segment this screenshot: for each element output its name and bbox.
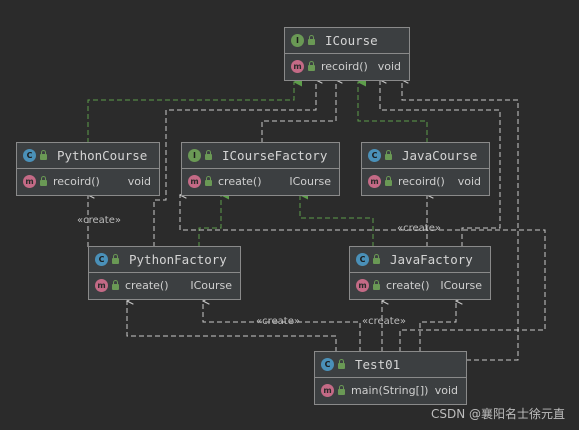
public-lock-icon	[205, 175, 212, 186]
watermark: CSDN @襄阳名士徐元直	[430, 407, 565, 421]
class-icon: C	[356, 253, 369, 266]
node-javacourse[interactable]: C JavaCourse m recoird() void	[361, 142, 490, 196]
class-icon: C	[23, 149, 36, 162]
node-icoursefactory-header: I ICourseFactory	[182, 143, 339, 169]
class-icon: C	[321, 358, 334, 371]
public-lock-icon	[373, 254, 380, 264]
method-return-type: void	[377, 59, 401, 73]
public-lock-icon	[40, 175, 47, 186]
method-name: recoird()	[398, 174, 445, 188]
method-name: recoird()	[321, 59, 368, 73]
node-pythoncourse[interactable]: C PythonCourse m recoird() void	[16, 142, 160, 196]
method-name: create()	[218, 174, 262, 188]
node-test01-header: C Test01	[315, 352, 466, 378]
node-javafactory[interactable]: C JavaFactory m create() ICourse	[349, 246, 491, 300]
method-icon: m	[188, 174, 201, 188]
public-lock-icon	[40, 150, 47, 160]
node-javafactory-header: C JavaFactory	[350, 247, 490, 273]
node-javacourse-method[interactable]: m recoird() void	[362, 169, 489, 193]
method-icon: m	[356, 278, 369, 292]
node-icoursefactory-method[interactable]: m create() ICourse	[182, 169, 339, 193]
method-icon: m	[95, 278, 108, 292]
class-icon: C	[368, 149, 381, 162]
method-return-type: void	[127, 174, 151, 188]
method-name: main(String[])	[351, 383, 429, 397]
node-icourse-method[interactable]: m recoird() void	[285, 54, 409, 78]
method-name: create()	[125, 278, 169, 292]
method-return-type: void	[434, 383, 458, 397]
node-test01-title: Test01	[355, 357, 401, 372]
node-pythonfactory[interactable]: C PythonFactory m create() ICourse	[88, 246, 241, 300]
public-lock-icon	[205, 150, 212, 160]
method-name: create()	[386, 278, 430, 292]
node-pythoncourse-header: C PythonCourse	[17, 143, 159, 169]
node-javacourse-title: JavaCourse	[402, 148, 478, 163]
node-icourse-header: I ICourse	[285, 28, 409, 54]
create-label-javafactory-javacourse: «create»	[397, 223, 441, 234]
public-lock-icon	[385, 150, 392, 160]
class-icon: C	[95, 253, 108, 266]
node-pythonfactory-header: C PythonFactory	[89, 247, 240, 273]
node-javafactory-title: JavaFactory	[390, 252, 473, 267]
method-icon: m	[23, 174, 36, 188]
edge-icoursefactory-to-icourse	[261, 80, 336, 143]
node-icoursefactory[interactable]: I ICourseFactory m create() ICourse	[181, 142, 340, 196]
create-label-pythonfactory-pythoncourse: «create»	[77, 215, 121, 226]
create-label-test01-pythonfactory: «create»	[256, 316, 300, 327]
node-test01-method[interactable]: m main(String[]) void	[315, 378, 466, 402]
node-javafactory-method[interactable]: m create() ICourse	[350, 273, 490, 297]
node-icoursefactory-title: ICourseFactory	[222, 148, 328, 163]
method-return-type: ICourse	[289, 174, 331, 188]
node-pythonfactory-title: PythonFactory	[129, 252, 227, 267]
public-lock-icon	[385, 175, 392, 186]
public-lock-icon	[308, 60, 315, 71]
method-icon: m	[368, 174, 381, 188]
node-icourse-title: ICourse	[325, 33, 378, 48]
edge-test01-to-icourse	[402, 80, 519, 361]
create-label-test01-javafactory: «create»	[362, 316, 406, 327]
method-name: recoird()	[53, 174, 100, 188]
method-return-type: ICourse	[440, 278, 482, 292]
node-icourse[interactable]: I ICourse m recoird() void	[284, 27, 410, 81]
method-icon: m	[291, 59, 304, 73]
node-pythonfactory-method[interactable]: m create() ICourse	[89, 273, 240, 297]
edge-test01-to-javafactory	[419, 301, 456, 352]
public-lock-icon	[338, 384, 345, 395]
edge-pythoncourse-implements-icourse	[87, 77, 303, 143]
node-javacourse-header: C JavaCourse	[362, 143, 489, 169]
edge-javacourse-implements-icourse	[357, 77, 428, 143]
node-pythoncourse-title: PythonCourse	[57, 148, 148, 163]
interface-icon: I	[188, 149, 201, 162]
edge-test01-creates-pythonfactory	[127, 301, 337, 352]
public-lock-icon	[112, 279, 119, 290]
method-return-type: ICourse	[190, 278, 232, 292]
method-return-type: void	[457, 174, 481, 188]
public-lock-icon	[373, 279, 380, 290]
public-lock-icon	[308, 35, 315, 45]
public-lock-icon	[112, 254, 119, 264]
node-pythoncourse-method[interactable]: m recoird() void	[17, 169, 159, 193]
edge-javafactory-implements-icoursefactory	[299, 190, 374, 247]
node-test01[interactable]: C Test01 m main(String[]) void	[314, 351, 467, 405]
public-lock-icon	[338, 359, 345, 369]
method-icon: m	[321, 383, 334, 397]
interface-icon: I	[291, 34, 304, 47]
edge-pythonfactory-implements-icoursefactory	[198, 190, 230, 247]
